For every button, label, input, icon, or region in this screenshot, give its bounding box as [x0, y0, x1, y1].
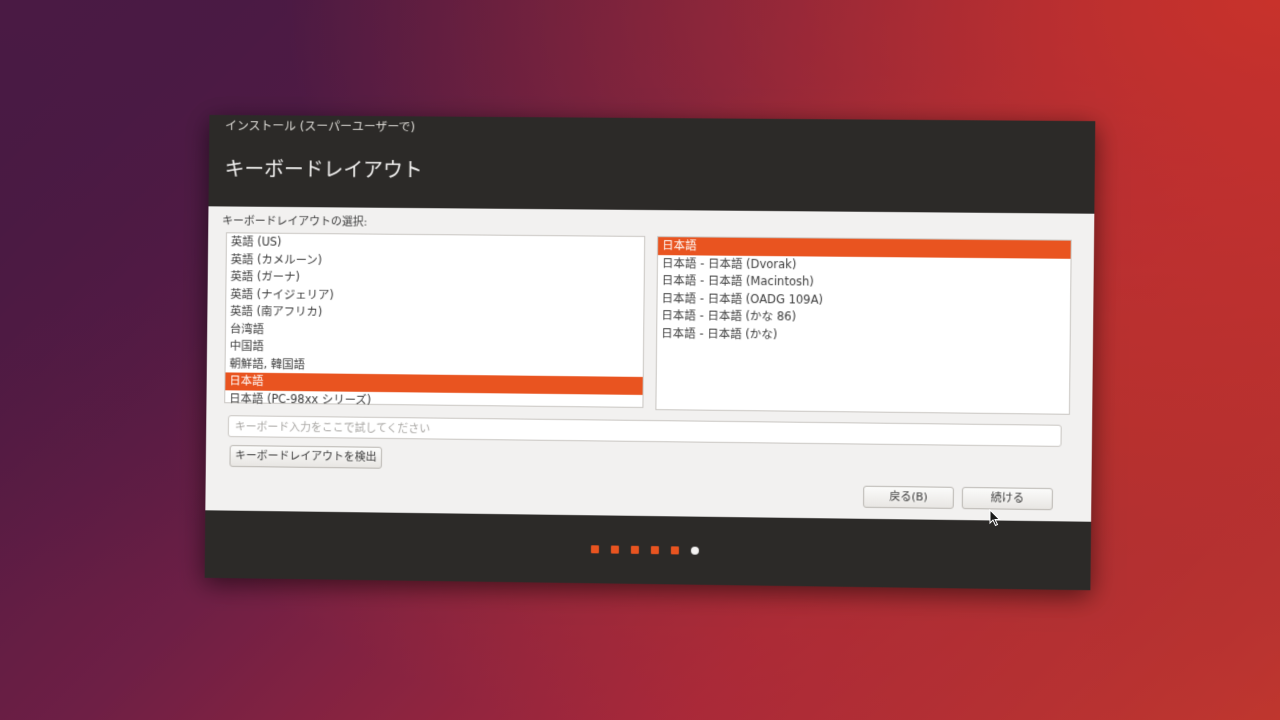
progress-dot-current [690, 546, 699, 555]
progress-dots [205, 540, 1091, 560]
content-area: キーボードレイアウトの選択: 英語 (US) 英語 (カメルーン) 英語 (ガーナ)… [205, 206, 1095, 522]
keyboard-test-input[interactable] [227, 415, 1062, 447]
desktop-background: インストール (スーパーユーザーで) キーボードレイアウト キーボードレイアウト… [0, 0, 1280, 720]
layout-list-item[interactable]: 日本語 (PC-98xx シリーズ) [225, 390, 642, 412]
continue-button[interactable]: 続ける [961, 486, 1053, 511]
progress-dot [630, 545, 639, 554]
progress-dot [610, 545, 619, 554]
progress-dot [590, 545, 600, 554]
variant-list-item[interactable]: 日本語 - 日本語 (かな) [657, 325, 1070, 347]
back-button[interactable]: 戻る(B) [863, 485, 954, 509]
layout-select-label: キーボードレイアウトの選択: [222, 214, 368, 229]
detect-layout-button[interactable]: キーボードレイアウトを検出 [229, 445, 383, 469]
progress-dot [650, 546, 659, 555]
page-title: キーボードレイアウト [224, 156, 423, 183]
layout-list[interactable]: 英語 (US) 英語 (カメルーン) 英語 (ガーナ) 英語 (ナイジェリア) 英語 (… [224, 232, 646, 408]
footer-bar [204, 510, 1092, 591]
installer-window: インストール (スーパーユーザーで) キーボードレイアウト キーボードレイアウト… [204, 114, 1096, 591]
progress-dot [670, 546, 679, 555]
variant-list[interactable]: 日本語 日本語 - 日本語 (Dvorak) 日本語 - 日本語 (Macintos… [655, 236, 1072, 415]
